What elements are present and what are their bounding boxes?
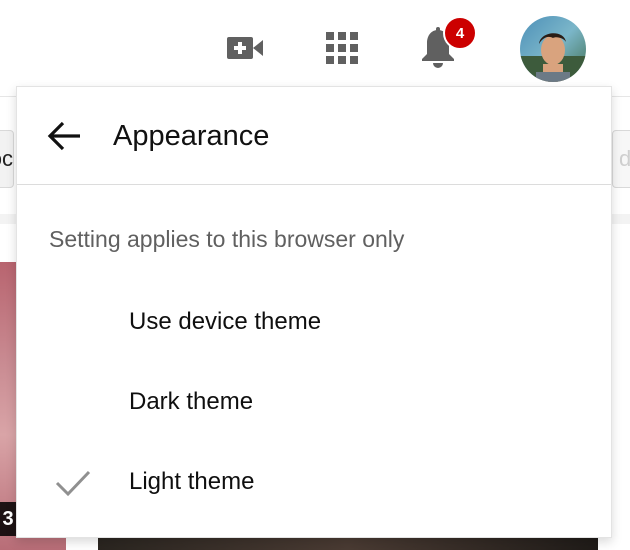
arrow-back-icon — [47, 121, 80, 151]
theme-option-device[interactable]: Use device theme — [17, 287, 611, 359]
theme-option-light[interactable]: Light theme — [17, 447, 611, 519]
menu-header: Appearance — [17, 87, 611, 185]
profile-photo-icon — [520, 16, 586, 82]
back-button[interactable] — [41, 115, 87, 157]
menu-title: Appearance — [113, 120, 270, 152]
filter-chip-partial[interactable]: oc — [0, 130, 14, 188]
filter-chip-partial-right[interactable]: d — [612, 130, 630, 188]
theme-option-label: Light theme — [129, 468, 255, 495]
video-create-icon — [227, 37, 263, 59]
theme-option-dark[interactable]: Dark theme — [17, 367, 611, 439]
video-thumbnail-bottom[interactable] — [98, 538, 598, 550]
apps-button[interactable] — [320, 26, 364, 70]
apps-grid-icon — [326, 32, 358, 64]
avatar[interactable] — [520, 16, 586, 82]
checkmark-icon — [55, 470, 91, 497]
theme-option-label: Dark theme — [129, 388, 254, 415]
thumbnail-duration: 3 — [0, 502, 16, 536]
theme-option-label: Use device theme — [129, 308, 322, 335]
masthead: 4 — [0, 0, 630, 96]
appearance-menu: Appearance Setting applies to this brows… — [16, 86, 612, 538]
menu-note: Setting applies to this browser only — [49, 226, 405, 252]
notification-count-badge: 4 — [443, 16, 477, 50]
create-video-button[interactable] — [222, 28, 268, 68]
